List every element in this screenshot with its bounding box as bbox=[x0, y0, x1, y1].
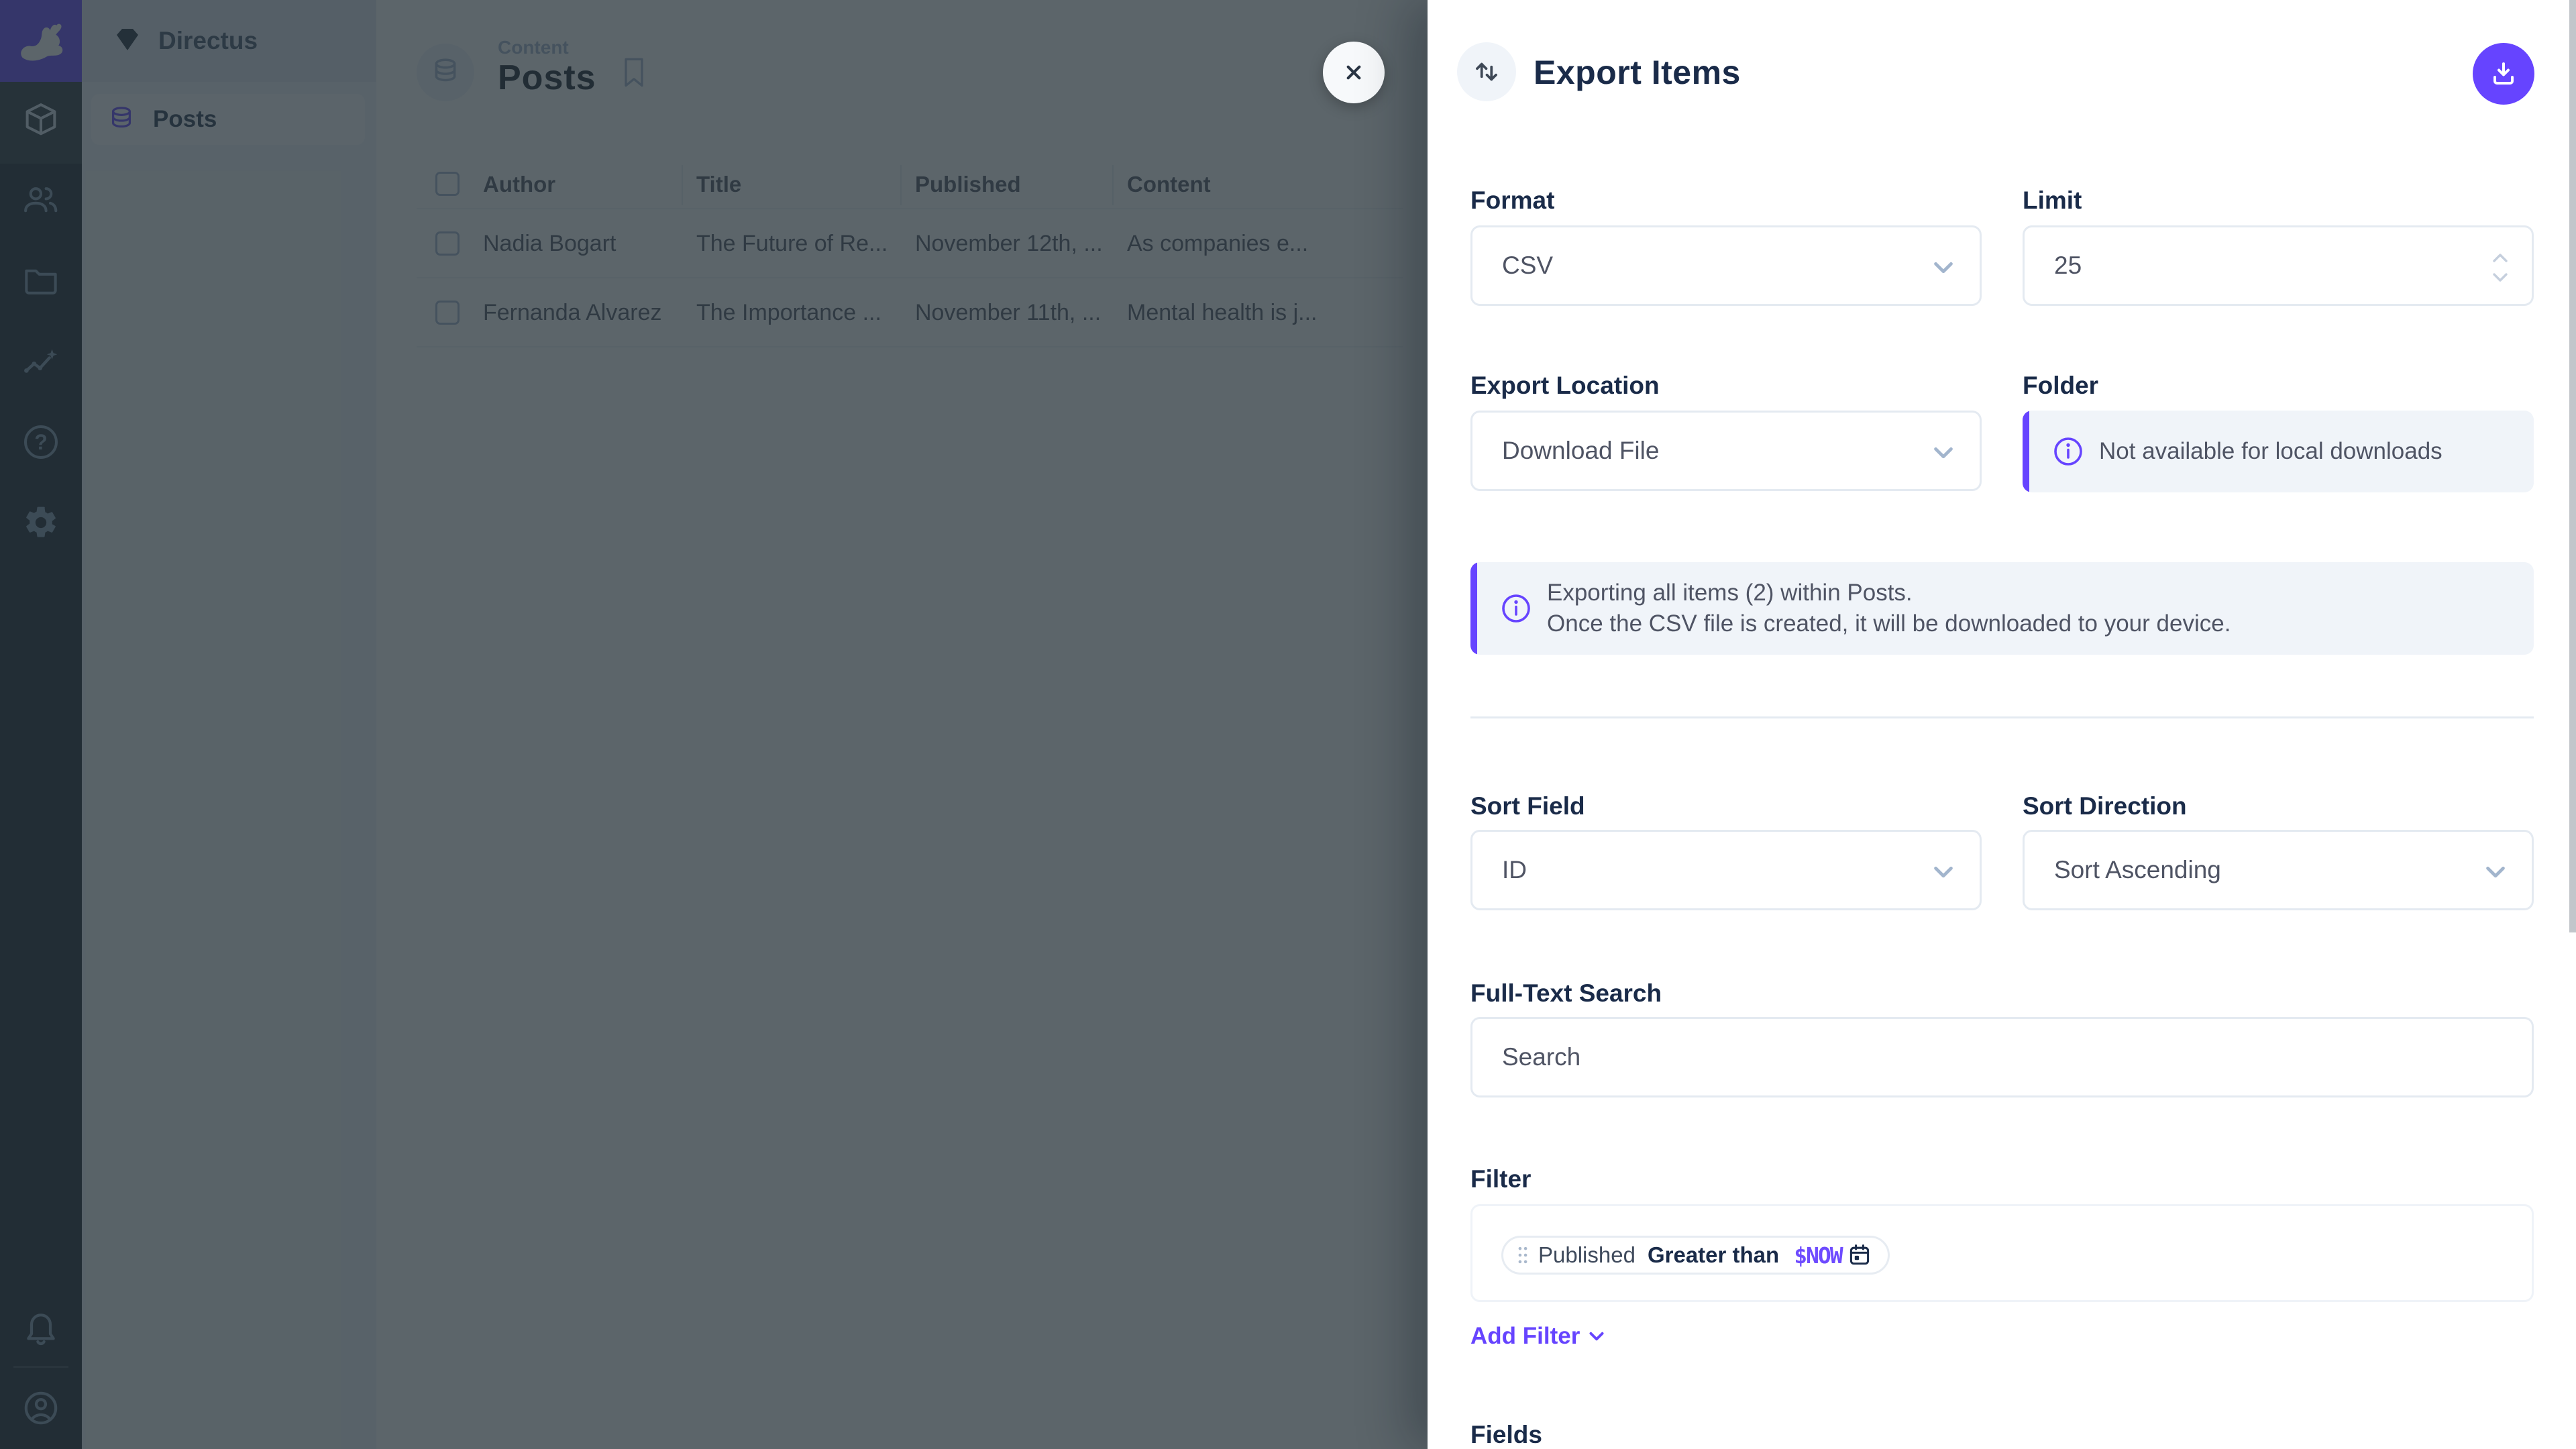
chevron-down-icon bbox=[1587, 1326, 1607, 1346]
chevron-down-icon bbox=[1930, 859, 1957, 885]
sort-field-select[interactable]: ID bbox=[1470, 830, 1982, 910]
folder-disabled-notice: Not available for local downloads bbox=[2023, 411, 2534, 492]
start-export-button[interactable] bbox=[2473, 43, 2534, 105]
drawer-scrollbar[interactable] bbox=[2569, 0, 2576, 932]
export-location-value: Download File bbox=[1502, 437, 1659, 465]
add-filter-label: Add Filter bbox=[1470, 1323, 1580, 1350]
chevron-down-icon bbox=[1930, 439, 1957, 466]
drag-handle-icon[interactable] bbox=[1517, 1243, 1529, 1267]
notice-accent-bar bbox=[1470, 562, 1477, 655]
folder-notice-text: Not available for local downloads bbox=[2099, 436, 2443, 467]
limit-label: Limit bbox=[2023, 186, 2082, 215]
search-placeholder: Search bbox=[1502, 1043, 1580, 1071]
chevron-down-icon bbox=[1930, 254, 1957, 281]
close-drawer-button[interactable] bbox=[1323, 42, 1385, 103]
close-icon bbox=[1340, 59, 1367, 86]
export-info-notice: Exporting all items (2) within Posts. On… bbox=[1470, 562, 2534, 655]
format-select[interactable]: CSV bbox=[1470, 225, 1982, 306]
download-icon bbox=[2487, 58, 2520, 90]
export-location-label: Export Location bbox=[1470, 372, 1660, 400]
export-items-drawer: Export Items Format CSV Limit 25 Export … bbox=[1428, 0, 2576, 1449]
sort-field-label: Sort Field bbox=[1470, 792, 1585, 820]
import-export-icon bbox=[1470, 55, 1503, 89]
folder-label: Folder bbox=[2023, 372, 2098, 400]
notice-accent-bar bbox=[2023, 411, 2029, 492]
sort-field-value: ID bbox=[1502, 856, 1527, 884]
sort-direction-value: Sort Ascending bbox=[2054, 856, 2221, 884]
drawer-title: Export Items bbox=[1534, 38, 1741, 107]
limit-value: 25 bbox=[2054, 252, 2082, 280]
filter-rule-chip[interactable]: Published Greater than $NOW bbox=[1501, 1236, 1890, 1275]
filter-label: Filter bbox=[1470, 1165, 1531, 1193]
filter-operator[interactable]: Greater than bbox=[1648, 1242, 1779, 1268]
format-label: Format bbox=[1470, 186, 1554, 215]
drawer-header-icon bbox=[1457, 42, 1516, 101]
drawer-overlay[interactable] bbox=[0, 0, 1428, 1449]
export-location-select[interactable]: Download File bbox=[1470, 411, 1982, 491]
notice-line-2: Once the CSV file is created, it will be… bbox=[1547, 608, 2231, 639]
calendar-icon[interactable] bbox=[1847, 1243, 1872, 1267]
info-icon bbox=[2052, 435, 2084, 468]
sort-direction-label: Sort Direction bbox=[2023, 792, 2187, 820]
chevron-down-icon bbox=[2482, 859, 2509, 885]
info-icon bbox=[1500, 592, 1532, 625]
format-value: CSV bbox=[1502, 252, 1553, 280]
filter-container: Published Greater than $NOW bbox=[1470, 1204, 2534, 1302]
notice-line-1: Exporting all items (2) within Posts. bbox=[1547, 578, 2231, 608]
filter-field[interactable]: Published bbox=[1538, 1242, 1635, 1268]
filter-value[interactable]: $NOW bbox=[1794, 1242, 1841, 1269]
stepper-icon[interactable] bbox=[2489, 244, 2512, 292]
limit-input[interactable]: 25 bbox=[2023, 225, 2534, 306]
search-input[interactable]: Search bbox=[1470, 1017, 2534, 1097]
sort-direction-select[interactable]: Sort Ascending bbox=[2023, 830, 2534, 910]
section-divider bbox=[1470, 716, 2534, 718]
full-text-search-label: Full-Text Search bbox=[1470, 979, 1662, 1008]
fields-section-label: Fields bbox=[1470, 1421, 1542, 1449]
add-filter-button[interactable]: Add Filter bbox=[1470, 1323, 1607, 1350]
